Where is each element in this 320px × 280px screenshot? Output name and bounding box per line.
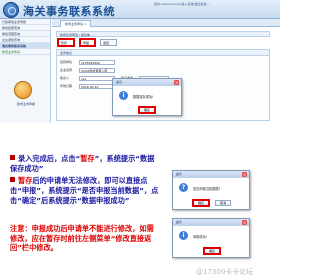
save-draft-button[interactable]: 暂存 — [57, 38, 75, 47]
user-info[interactable]: 您好:xxxxxxxxxxx|进入系统|退出系统 ... — [154, 2, 210, 6]
form-row: 经营单位 1105430290 — [57, 60, 269, 66]
instruction-text: 后的申请单无法修改，即可以直接点击“申报”，系统提示“是否申报当前数据”，点击“… — [10, 176, 159, 205]
declare-success-dialog: 提示 × i 申报成功! 确定 — [172, 218, 250, 258]
bullet-icon — [10, 155, 15, 160]
declare-button[interactable]: 申报 — [79, 38, 96, 47]
instruction-text: 录入完成后，点击“ — [18, 154, 81, 163]
field-label: 联系人 — [60, 76, 70, 80]
instruction-step-1: 录入完成后，点击“暂存”，系统提示“数据保存成功” — [10, 154, 160, 174]
form-section-title: 业务信息 — [57, 50, 269, 56]
field-label: 有效日期 — [60, 84, 73, 88]
form-row: 企业名称 XXXX科技有限公司 — [57, 68, 269, 74]
close-icon[interactable]: × — [242, 172, 247, 177]
customs-emblem-icon — [3, 2, 19, 18]
panel-title: 新增业务申请 / 报关单 ... — [56, 31, 270, 37]
app-header: 海关事务联系系统 您好:xxxxxxxxxxx|进入系统|退出系统 ... — [0, 0, 280, 19]
dialog-title: 提示 × — [113, 79, 181, 86]
toolbar: 暂存 申报 返回 — [56, 38, 270, 47]
bullet-icon — [10, 177, 15, 182]
dialog-title-text: 提示 — [176, 220, 183, 224]
save-success-dialog: 提示 × i 数据保存成功! 确定 — [112, 78, 182, 116]
close-icon[interactable]: × — [174, 80, 179, 85]
close-icon[interactable]: × — [242, 220, 247, 225]
cancel-button[interactable]: 取消 — [215, 200, 231, 206]
new-declare-label: 新增业务申报 — [16, 102, 35, 106]
warning-note: 注意：申报成功后申请单不能进行修改，如需修改，应在暂存时前往左侧菜单“修改直接返… — [10, 224, 154, 252]
back-button[interactable]: 返回 — [100, 39, 117, 46]
dialog-title-text: 提示 — [176, 172, 183, 176]
watermark-text: @17300卡卡论坛 — [196, 268, 254, 276]
dialog-title: 提示 × — [173, 219, 249, 226]
dialog-message: 是否申报当前数据? — [193, 187, 221, 191]
field-label: 经营单位 — [60, 60, 73, 64]
ok-button[interactable]: 确定 — [203, 247, 221, 255]
question-icon: ? — [179, 183, 188, 192]
instruction-step-2: 暂存后的申请单无法修改，即可以直接点击“申报”，系统提示“是否申报当前数据”，点… — [10, 176, 160, 206]
confirm-declare-dialog: 提示 × ? 是否申报当前数据? 确定 取消 — [172, 170, 250, 210]
company-name-field[interactable]: XXXX科技有限公司 — [79, 68, 115, 73]
valid-date-field[interactable]: 2016-05-10 — [79, 84, 115, 89]
dialog-title: 提示 × — [173, 171, 249, 178]
tab-new-application[interactable]: 新增业务申请 × — [60, 20, 92, 27]
new-declare-icon[interactable] — [14, 81, 32, 99]
instruction-highlight: 暂存 — [80, 154, 95, 163]
sidebar: 行政审批业务申报 审批结果查询 审批流程查询 企业通知查询 海关事务联系系统 新… — [0, 19, 51, 123]
dialog-title-text: 提示 — [116, 80, 123, 84]
business-code-field[interactable]: 1105430290 — [79, 60, 115, 65]
ok-button[interactable]: 确定 — [192, 199, 210, 207]
info-icon: i — [179, 231, 188, 240]
info-icon: i — [119, 91, 128, 100]
dialog-message: 申报成功! — [193, 235, 208, 239]
ok-button[interactable]: 确定 — [138, 106, 156, 114]
app-title: 海关事务联系系统 — [23, 5, 115, 18]
tab-bar: 新增业务申请 × — [52, 19, 280, 27]
field-label: 企业名称 — [60, 68, 73, 72]
instruction-highlight: 暂存 — [18, 176, 33, 185]
contact-person-field[interactable]: xxx — [79, 76, 115, 81]
dialog-message: 数据保存成功! — [133, 95, 154, 99]
sidebar-item-new-application[interactable]: 新增业务申请 — [0, 49, 50, 55]
